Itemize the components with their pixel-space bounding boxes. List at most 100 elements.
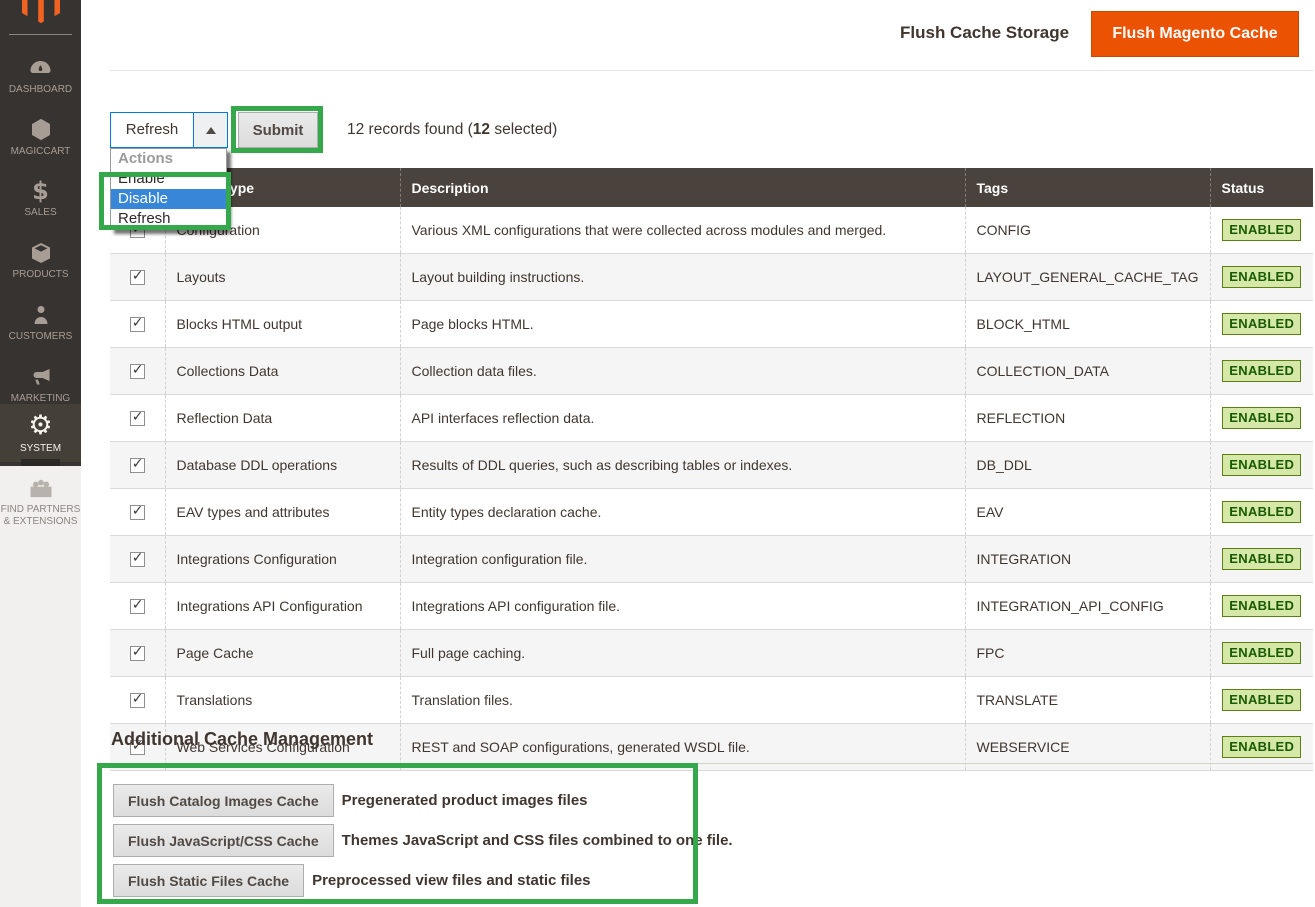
cell-cache-type: Database DDL operations: [165, 442, 400, 489]
status-badge: ENABLED: [1222, 501, 1301, 523]
customers-icon: [29, 303, 53, 327]
table-row: ✓ EAV types and attributes Entity types …: [110, 489, 1313, 536]
products-icon: [29, 241, 53, 265]
dropdown-option-refresh[interactable]: Refresh: [111, 209, 226, 229]
dropdown-option-disable[interactable]: Disable: [111, 189, 226, 209]
cell-cache-type: Blocks HTML output: [165, 301, 400, 348]
row-checkbox[interactable]: ✓: [130, 646, 145, 661]
dropdown-option-enable[interactable]: Enable: [111, 169, 226, 189]
status-badge: ENABLED: [1222, 454, 1301, 476]
check-icon: ✓: [132, 362, 144, 378]
mass-action-select[interactable]: Refresh: [110, 112, 228, 148]
row-checkbox[interactable]: ✓: [130, 411, 145, 426]
records-found-text: 12 records found (12 selected): [347, 121, 557, 139]
table-row: ✓ Layouts Layout building instructions. …: [110, 254, 1313, 301]
cell-description: Full page caching.: [400, 630, 965, 677]
cell-tags: INTEGRATION_API_CONFIG: [965, 583, 1210, 630]
sidebar-item-magiccart[interactable]: MAGICCART: [0, 107, 81, 167]
marketing-icon: [28, 365, 53, 389]
table-row: ✓ Page Cache Full page caching. FPC ENAB…: [110, 630, 1313, 677]
cell-description: Various XML configurations that were col…: [400, 207, 965, 254]
cell-description: Translation files.: [400, 677, 965, 724]
cache-action-row: Flush Static Files Cache Preprocessed vi…: [113, 864, 591, 897]
cell-cache-type: Layouts: [165, 254, 400, 301]
header-divider: [110, 70, 1313, 71]
cell-tags: COLLECTION_DATA: [965, 348, 1210, 395]
row-checkbox[interactable]: ✓: [130, 458, 145, 473]
flush-catalog-images-button[interactable]: Flush Catalog Images Cache: [113, 784, 334, 817]
table-row: ✓ Blocks HTML output Page blocks HTML. B…: [110, 301, 1313, 348]
column-header-tags[interactable]: Tags: [965, 168, 1210, 207]
cache-grid-table: Cache Type Description Tags Status ✓ Con…: [110, 168, 1313, 771]
magento-logo[interactable]: [0, 0, 81, 24]
cache-action-row: Flush Catalog Images Cache Pregenerated …: [113, 784, 588, 817]
sidebar-item-dashboard[interactable]: DASHBOARD: [0, 45, 81, 105]
status-badge: ENABLED: [1222, 548, 1301, 570]
column-header-status[interactable]: Status: [1210, 168, 1313, 207]
cell-cache-type: Translations: [165, 677, 400, 724]
cell-description: Integrations API configuration file.: [400, 583, 965, 630]
status-badge: ENABLED: [1222, 266, 1301, 288]
flush-magento-cache-button[interactable]: Flush Magento Cache: [1091, 11, 1299, 57]
sidebar-item-customers[interactable]: CUSTOMERS: [0, 292, 81, 352]
row-checkbox[interactable]: ✓: [130, 693, 145, 708]
cell-tags: CONFIG: [965, 207, 1210, 254]
admin-sidebar: DASHBOARD MAGICCART $ SALES PRODUCTS CUS…: [0, 0, 81, 466]
submit-button[interactable]: Submit: [238, 112, 318, 148]
sidebar-divider: [9, 34, 72, 35]
column-header-description[interactable]: Description: [400, 168, 965, 207]
table-header-row: Cache Type Description Tags Status: [110, 168, 1313, 207]
sidebar-item-label: MARKETING: [11, 393, 70, 404]
magiccart-icon: [29, 117, 53, 142]
sidebar-item-label: SALES: [24, 207, 56, 218]
sidebar-item-sales[interactable]: $ SALES: [0, 168, 81, 228]
row-checkbox[interactable]: ✓: [130, 317, 145, 332]
section-divider: [110, 763, 1313, 764]
table-row: ✓ Translations Translation files. TRANSL…: [110, 677, 1313, 724]
sales-icon: $: [32, 179, 49, 203]
mass-action-selected-value: Refresh: [111, 113, 193, 147]
flush-js-css-button[interactable]: Flush JavaScript/CSS Cache: [113, 824, 334, 857]
row-checkbox[interactable]: ✓: [130, 505, 145, 520]
row-checkbox[interactable]: ✓: [130, 552, 145, 567]
cell-description: Integration configuration file.: [400, 536, 965, 583]
magento-logo-icon: [19, 0, 63, 24]
table-row: ✓ Database DDL operations Results of DDL…: [110, 442, 1313, 489]
cell-cache-type: Reflection Data: [165, 395, 400, 442]
cell-tags: LAYOUT_GENERAL_CACHE_TAG: [965, 254, 1210, 301]
row-checkbox[interactable]: ✓: [130, 270, 145, 285]
cell-description: Page blocks HTML.: [400, 301, 965, 348]
sidebar-item-label: CUSTOMERS: [9, 331, 73, 342]
row-checkbox[interactable]: ✓: [130, 364, 145, 379]
flush-cache-storage-button[interactable]: Flush Cache Storage: [900, 23, 1069, 43]
select-arrow-segment[interactable]: [193, 113, 227, 147]
sidebar-item-find-partners[interactable]: FIND PARTNERS & EXTENSIONS: [0, 477, 81, 528]
sidebar-item-label: SYSTEM: [20, 443, 61, 454]
status-badge: ENABLED: [1222, 407, 1301, 429]
sidebar-item-system[interactable]: ⚙ SYSTEM: [0, 404, 81, 462]
mass-action-dropdown-list: Actions Enable Disable Refresh: [110, 148, 227, 230]
cell-description: API interfaces reflection data.: [400, 395, 965, 442]
status-badge: ENABLED: [1222, 689, 1301, 711]
cache-action-row: Flush JavaScript/CSS Cache Themes JavaSc…: [113, 824, 733, 857]
active-item-notch: [21, 459, 60, 466]
status-badge: ENABLED: [1222, 219, 1301, 241]
cell-tags: DB_DDL: [965, 442, 1210, 489]
status-badge: ENABLED: [1222, 642, 1301, 664]
cell-tags: TRANSLATE: [965, 677, 1210, 724]
cell-description: Entity types declaration cache.: [400, 489, 965, 536]
cell-description: Layout building instructions.: [400, 254, 965, 301]
sidebar-item-products[interactable]: PRODUCTS: [0, 230, 81, 290]
check-icon: ✓: [132, 644, 144, 660]
status-badge: ENABLED: [1222, 360, 1301, 382]
cell-cache-type: EAV types and attributes: [165, 489, 400, 536]
sidebar-item-label: PRODUCTS: [12, 269, 68, 280]
flush-static-files-button[interactable]: Flush Static Files Cache: [113, 864, 304, 897]
check-icon: ✓: [132, 456, 144, 472]
sidebar-item-label: FIND PARTNERS: [1, 504, 81, 516]
cell-cache-type: Collections Data: [165, 348, 400, 395]
row-checkbox[interactable]: ✓: [130, 599, 145, 614]
sidebar-footer-area: [0, 466, 81, 907]
table-row: ✓ Reflection Data API interfaces reflect…: [110, 395, 1313, 442]
cell-cache-type: Integrations API Configuration: [165, 583, 400, 630]
